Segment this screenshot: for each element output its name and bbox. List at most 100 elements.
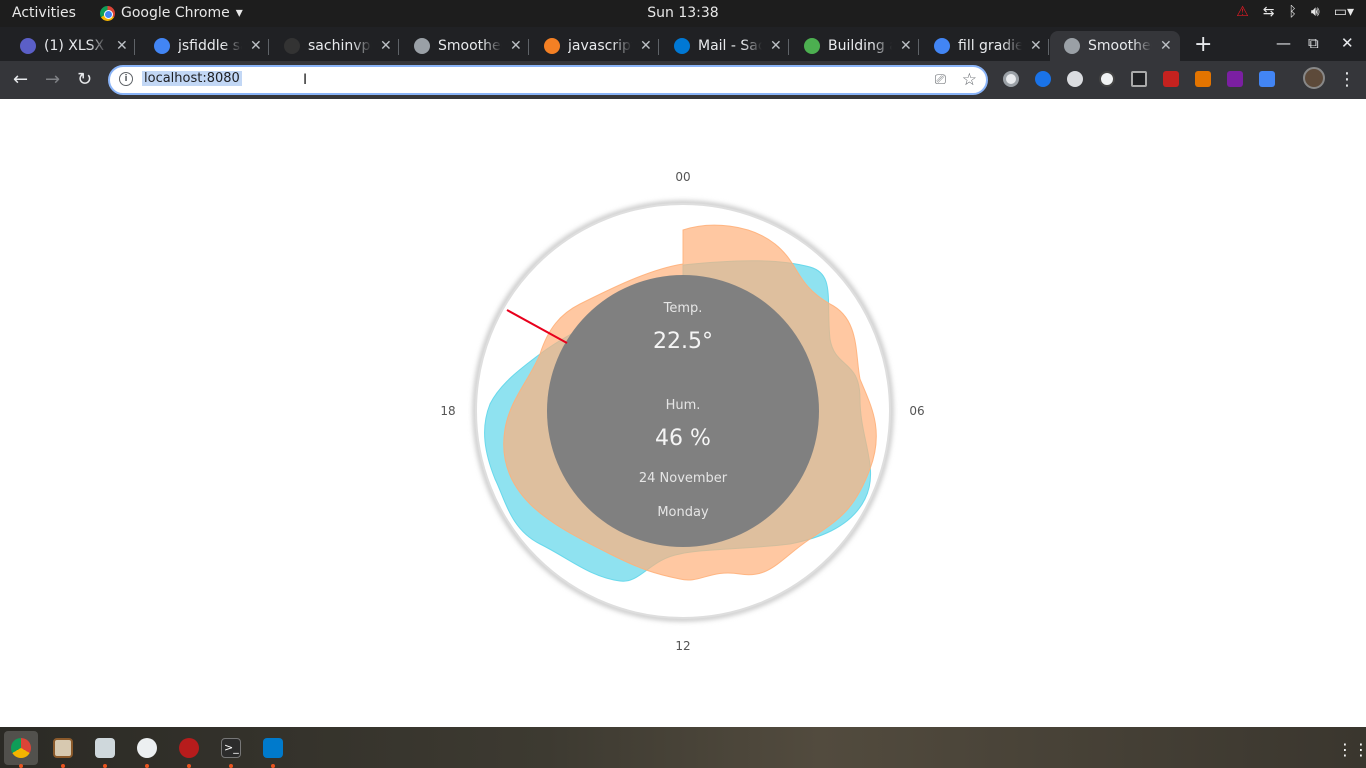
github-icon	[284, 38, 300, 54]
browser-tab[interactable]: fill gradie ✕	[920, 31, 1049, 61]
translate-icon[interactable]	[1259, 71, 1275, 87]
globe-icon	[414, 38, 430, 54]
dock-vscode[interactable]	[256, 731, 290, 768]
temperature-label: Temp.	[663, 301, 703, 316]
google-icon	[934, 38, 950, 54]
dock-app[interactable]	[172, 731, 206, 768]
running-indicator	[145, 764, 149, 768]
temperature-value: 22.5°	[653, 329, 713, 354]
close-tab-icon[interactable]: ✕	[510, 38, 522, 54]
browser-tab[interactable]: jsfiddle sa ✕	[140, 31, 269, 61]
running-indicator	[271, 764, 275, 768]
avatar[interactable]	[1303, 67, 1325, 89]
app-menu[interactable]: Google Chrome ▾	[100, 5, 243, 21]
browser-tab[interactable]: Smoothed ✕	[1050, 31, 1180, 61]
tab-strip: (1) XLSX F✕jsfiddle sa✕sachinvpr✕Smoothe…	[0, 27, 1366, 61]
extension-icon[interactable]	[1003, 71, 1019, 87]
browser-tab[interactable]: (1) XLSX F ✕	[6, 31, 135, 61]
cast-icon[interactable]: ⎚	[935, 72, 946, 88]
volume-icon[interactable]: 🔊︎	[1311, 4, 1320, 20]
browser-tab[interactable]: Building a ✕	[790, 31, 919, 61]
url-text[interactable]: localhost:8080	[142, 71, 242, 86]
close-tab-icon[interactable]: ✕	[1030, 38, 1042, 54]
caret-down-icon: ▾	[235, 5, 243, 21]
back-icon[interactable]: ←	[13, 69, 28, 90]
dock-app[interactable]	[130, 731, 164, 768]
browser-tab[interactable]: Mail - Sach ✕	[660, 31, 789, 61]
tab-title: sachinvpr	[308, 38, 372, 54]
close-tab-icon[interactable]: ✕	[770, 38, 782, 54]
running-indicator	[103, 764, 107, 768]
tab-title: (1) XLSX F	[44, 38, 108, 54]
close-tab-icon[interactable]: ✕	[250, 38, 262, 54]
chrome-icon	[100, 5, 115, 21]
date-text: 24 November	[638, 471, 728, 486]
close-tab-icon[interactable]: ✕	[116, 38, 128, 54]
dock-terminal[interactable]: >_	[214, 731, 248, 768]
tab-title: Smoothed	[1088, 38, 1152, 54]
settings-icon	[137, 738, 157, 758]
forward-icon[interactable]: →	[45, 69, 60, 90]
mongodb-icon	[804, 38, 820, 54]
show-applications-icon[interactable]: ⋮⋮⋮	[1337, 740, 1366, 759]
stackoverflow-icon	[544, 38, 560, 54]
network-icon[interactable]: ⇆	[1263, 4, 1275, 20]
browser-tab[interactable]: sachinvpr ✕	[270, 31, 399, 61]
extension-icon[interactable]	[1099, 71, 1115, 87]
browser-tab[interactable]: javascript ✕	[530, 31, 659, 61]
teams-icon	[20, 38, 36, 54]
tab-title: fill gradie	[958, 38, 1022, 54]
humidity-value: 46 %	[655, 426, 711, 451]
activities-button[interactable]: Activities	[12, 5, 76, 21]
warning-icon[interactable]: ⚠	[1236, 4, 1249, 20]
dock-app[interactable]	[46, 731, 80, 768]
close-tab-icon[interactable]: ✕	[380, 38, 392, 54]
running-indicator	[19, 764, 23, 768]
tab-title: javascript	[568, 38, 632, 54]
close-tab-icon[interactable]: ✕	[900, 38, 912, 54]
reload-icon[interactable]: ↻	[77, 69, 92, 90]
radial-weather-chart	[472, 200, 894, 622]
extension-icon[interactable]	[1195, 71, 1211, 87]
weekday-text: Monday	[657, 505, 709, 520]
close-window-icon[interactable]: ✕	[1341, 34, 1354, 52]
system-clock[interactable]: Sun 13:38	[647, 5, 718, 21]
system-top-bar: Activities Google Chrome ▾ Sun 13:38 ⚠ ⇆…	[0, 0, 1366, 27]
extension-icon[interactable]	[1131, 71, 1147, 87]
close-tab-icon[interactable]: ✕	[1160, 38, 1172, 54]
globe-icon	[1064, 38, 1080, 54]
browser-toolbar: ← → ↻ i localhost:8080 I ⎚ ☆ ⋮	[0, 61, 1366, 99]
more-menu-icon[interactable]: ⋮	[1338, 69, 1356, 90]
site-info-icon[interactable]: i	[119, 72, 133, 86]
app-icon	[179, 738, 199, 758]
address-bar[interactable]: i localhost:8080 I ⎚ ☆	[108, 65, 988, 95]
tab-title: Mail - Sach	[698, 38, 762, 54]
dock-chrome[interactable]	[4, 731, 38, 768]
running-indicator	[229, 764, 233, 768]
maximize-icon[interactable]: ⧉	[1308, 34, 1319, 52]
extension-icon[interactable]	[1163, 71, 1179, 87]
battery-icon[interactable]: ▭▾	[1334, 4, 1354, 20]
google-icon	[154, 38, 170, 54]
dock-app[interactable]	[88, 731, 122, 768]
tab-title: Smoothed	[438, 38, 502, 54]
app-menu-label: Google Chrome	[121, 5, 230, 21]
outlook-icon	[674, 38, 690, 54]
extension-icon[interactable]	[1227, 71, 1243, 87]
bluetooth-icon[interactable]: ᛒ	[1289, 4, 1297, 20]
running-indicator	[187, 764, 191, 768]
terminal-icon: >_	[221, 738, 241, 758]
new-tab-button[interactable]: +	[1194, 32, 1212, 57]
browser-tab[interactable]: Smoothed ✕	[400, 31, 529, 61]
file-manager-icon	[53, 738, 73, 758]
minimize-icon[interactable]: —	[1276, 34, 1291, 52]
extension-icon[interactable]	[1035, 71, 1051, 87]
text-cursor-icon: I	[303, 72, 308, 88]
vscode-icon	[263, 738, 283, 758]
chrome-icon	[11, 738, 31, 758]
extension-icon[interactable]	[1067, 71, 1083, 87]
close-tab-icon[interactable]: ✕	[640, 38, 652, 54]
system-tray[interactable]: ⚠ ⇆ ᛒ 🔊︎ ▭▾	[1236, 4, 1354, 20]
taskbar: >_	[0, 727, 1366, 768]
bookmark-star-icon[interactable]: ☆	[962, 70, 977, 90]
